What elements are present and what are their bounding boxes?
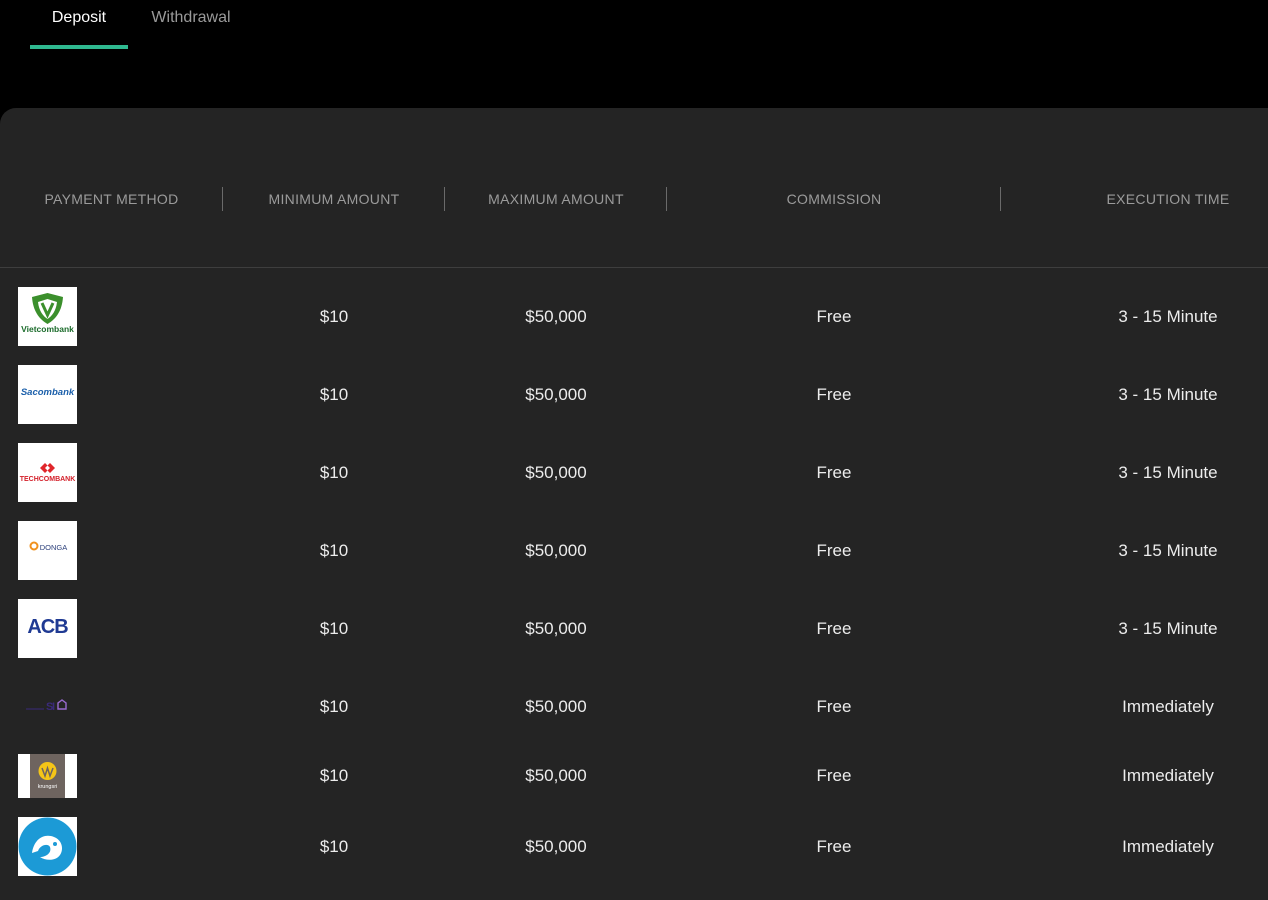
commission: Free bbox=[816, 541, 852, 560]
maximum-amount: $50,000 bbox=[525, 766, 587, 785]
commission: Free bbox=[816, 697, 852, 716]
active-tab-indicator bbox=[30, 45, 128, 49]
execution-time: Immediately bbox=[1122, 766, 1214, 785]
minimum-amount: $10 bbox=[319, 697, 349, 716]
logo-label: DONGA bbox=[39, 543, 68, 552]
header-maximum-amount: MAXIMUM AMOUNT bbox=[488, 191, 624, 207]
header-payment-method: PAYMENT METHOD bbox=[44, 191, 179, 207]
bangkok-bank-logo bbox=[18, 817, 77, 876]
logo-label: TECHCOMBANK bbox=[19, 476, 76, 483]
sacombank-logo: Sacombank bbox=[18, 365, 77, 424]
krungsri-logo: krungsri bbox=[18, 754, 77, 798]
header-execution-time: EXECUTION TIME bbox=[1106, 191, 1230, 207]
commission: Free bbox=[816, 463, 852, 482]
execution-time: 3 - 15 Minute bbox=[1118, 385, 1218, 404]
commission: Free bbox=[816, 307, 852, 326]
acb-logo: ACB bbox=[18, 599, 77, 658]
logo-label: krungsri bbox=[37, 784, 58, 790]
header-divider bbox=[1000, 187, 1001, 211]
logo-label: Vietcombank bbox=[21, 324, 74, 334]
minimum-amount: $10 bbox=[319, 385, 349, 404]
maximum-amount: $50,000 bbox=[525, 837, 587, 856]
table-row: DONGA $10 $50,000 Free 3 - 15 Minute bbox=[0, 521, 1268, 581]
vietcombank-logo: Vietcombank bbox=[18, 287, 77, 346]
table-row: Vietcombank $10 $50,000 Free 3 - 15 Minu… bbox=[0, 287, 1268, 347]
scb-logo: S I bbox=[18, 677, 77, 736]
table-row: krungsri $10 $50,000 Free Immediately bbox=[0, 754, 1268, 814]
maximum-amount: $50,000 bbox=[525, 385, 587, 404]
logo-label: Sacombank bbox=[20, 387, 75, 398]
minimum-amount: $10 bbox=[319, 541, 349, 560]
table-row: TECHCOMBANK $10 $50,000 Free 3 - 15 Minu… bbox=[0, 443, 1268, 503]
logo-label: ACB bbox=[27, 616, 68, 638]
table-row: ACB $10 $50,000 Free 3 - 15 Minute bbox=[0, 599, 1268, 659]
maximum-amount: $50,000 bbox=[525, 307, 587, 326]
tab-deposit[interactable]: Deposit bbox=[30, 0, 128, 50]
execution-time: 3 - 15 Minute bbox=[1118, 619, 1218, 638]
commission: Free bbox=[816, 619, 852, 638]
minimum-amount: $10 bbox=[319, 837, 349, 856]
minimum-amount: $10 bbox=[319, 307, 349, 326]
minimum-amount: $10 bbox=[319, 463, 349, 482]
maximum-amount: $50,000 bbox=[525, 541, 587, 560]
techcombank-logo: TECHCOMBANK bbox=[18, 443, 77, 502]
minimum-amount: $10 bbox=[319, 766, 349, 785]
commission: Free bbox=[816, 766, 852, 785]
svg-text:I: I bbox=[52, 701, 55, 713]
execution-time: 3 - 15 Minute bbox=[1118, 463, 1218, 482]
donga-bank-logo: DONGA bbox=[18, 521, 77, 580]
header-minimum-amount: MINIMUM AMOUNT bbox=[268, 191, 400, 207]
execution-time: 3 - 15 Minute bbox=[1118, 541, 1218, 560]
execution-time: Immediately bbox=[1122, 837, 1214, 856]
payment-methods-panel: PAYMENT METHOD MINIMUM AMOUNT MAXIMUM AM… bbox=[0, 108, 1268, 900]
commission: Free bbox=[816, 385, 852, 404]
header-commission: COMMISSION bbox=[786, 191, 882, 207]
maximum-amount: $50,000 bbox=[525, 463, 587, 482]
maximum-amount: $50,000 bbox=[525, 619, 587, 638]
table-row: Sacombank $10 $50,000 Free 3 - 15 Minute bbox=[0, 365, 1268, 425]
execution-time: Immediately bbox=[1122, 697, 1214, 716]
maximum-amount: $50,000 bbox=[525, 697, 587, 716]
tab-withdrawal[interactable]: Withdrawal bbox=[138, 0, 244, 50]
execution-time: 3 - 15 Minute bbox=[1118, 307, 1218, 326]
table-row: $10 $50,000 Free Immediately bbox=[0, 817, 1268, 877]
table-row: S I $10 $50,000 Free Immediately bbox=[0, 677, 1268, 737]
minimum-amount: $10 bbox=[319, 619, 349, 638]
table-header: PAYMENT METHOD MINIMUM AMOUNT MAXIMUM AM… bbox=[0, 108, 1268, 268]
tab-bar: Deposit Withdrawal bbox=[0, 0, 400, 52]
commission: Free bbox=[816, 837, 852, 856]
